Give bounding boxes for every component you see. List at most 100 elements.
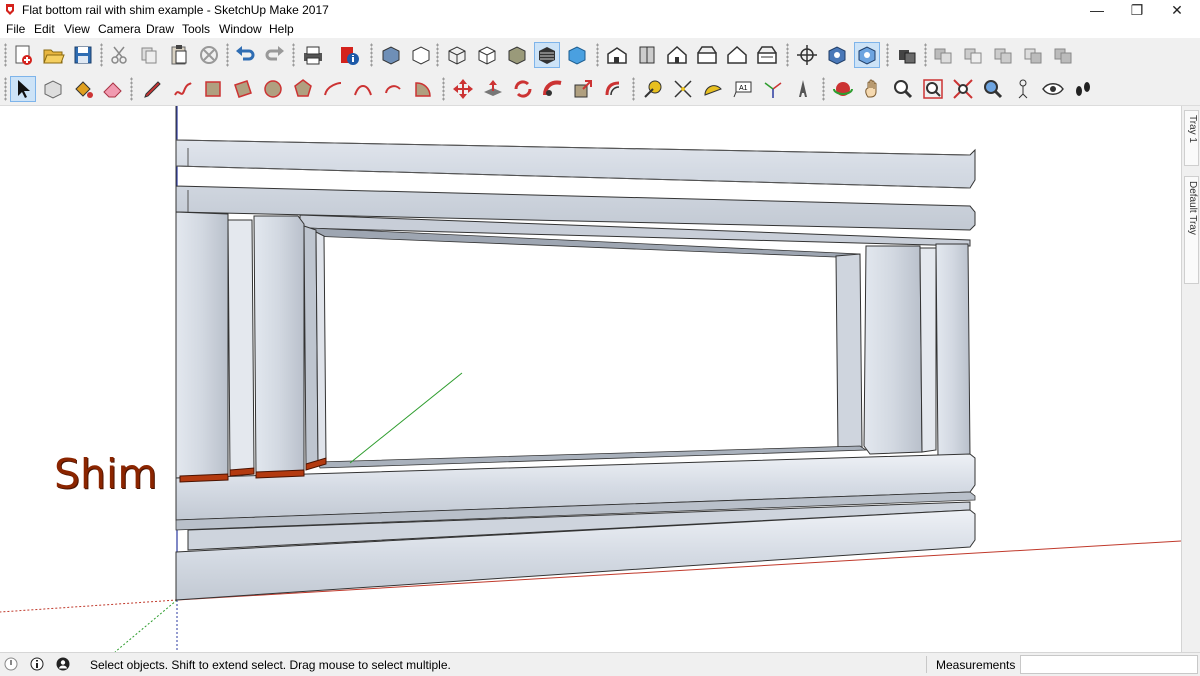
back-view-icon[interactable] — [724, 42, 750, 68]
right-outer-post[interactable] — [935, 243, 971, 459]
shim-left-outer[interactable] — [179, 473, 229, 483]
union-icon[interactable] — [990, 42, 1016, 68]
position-camera-icon[interactable] — [1010, 76, 1036, 102]
toolbar-grip[interactable] — [4, 43, 7, 67]
previous-view-icon[interactable] — [980, 76, 1006, 102]
iso-view-icon[interactable] — [604, 42, 630, 68]
text-tool-icon[interactable]: A1 — [730, 76, 756, 102]
front-view-icon[interactable] — [664, 42, 690, 68]
rectangle-icon[interactable] — [200, 76, 226, 102]
menu-window[interactable]: Window — [219, 22, 262, 36]
rotate-icon[interactable] — [510, 76, 536, 102]
wireframe-style-icon[interactable] — [444, 42, 470, 68]
left-middle-post[interactable] — [227, 219, 255, 473]
monochrome-style-icon[interactable] — [564, 42, 590, 68]
new-file-icon[interactable] — [10, 42, 36, 68]
zoom-extents-icon[interactable] — [950, 76, 976, 102]
look-around-eye-icon[interactable] — [1040, 76, 1066, 102]
toolbar-grip[interactable] — [292, 43, 295, 67]
two-point-arc-icon[interactable] — [350, 76, 376, 102]
trim-icon[interactable] — [1050, 42, 1076, 68]
model-info-icon[interactable] — [336, 42, 362, 68]
menu-camera[interactable]: Camera — [98, 22, 141, 36]
undo-icon[interactable] — [232, 42, 258, 68]
toolbar-grip[interactable] — [436, 43, 439, 67]
menu-edit[interactable]: Edit — [34, 22, 55, 36]
polygon-icon[interactable] — [290, 76, 316, 102]
shaded-textures-style-icon[interactable] — [534, 42, 560, 68]
outer-shell-icon[interactable] — [930, 42, 956, 68]
toolbar-grip[interactable] — [924, 43, 927, 67]
follow-me-icon[interactable] — [540, 76, 566, 102]
protractor-icon[interactable] — [700, 76, 726, 102]
right-inner-post[interactable] — [863, 245, 923, 455]
make-component-icon[interactable] — [40, 76, 66, 102]
zoom-window-icon[interactable] — [920, 76, 946, 102]
toolbar-grip[interactable] — [100, 43, 103, 67]
cut-icon[interactable] — [106, 42, 132, 68]
shim-left-middle[interactable] — [229, 467, 255, 477]
save-icon[interactable] — [70, 42, 96, 68]
push-pull-icon[interactable] — [480, 76, 506, 102]
geo-location-icon[interactable] — [4, 657, 18, 671]
display-section-planes-icon[interactable] — [824, 42, 850, 68]
three-point-arc-icon[interactable] — [380, 76, 406, 102]
dimension-icon[interactable] — [670, 76, 696, 102]
freehand-icon[interactable] — [170, 76, 196, 102]
3d-text-icon[interactable] — [790, 76, 816, 102]
select-arrow-icon[interactable] — [10, 76, 36, 102]
tray-tab-default[interactable]: Default Tray — [1184, 176, 1199, 284]
tray-tab-1[interactable]: Tray 1 — [1184, 110, 1199, 166]
toolbar-grip[interactable] — [442, 77, 445, 101]
walk-footprints-icon[interactable] — [1070, 76, 1096, 102]
back-edges-style-icon[interactable] — [408, 42, 434, 68]
pencil-line-icon[interactable] — [140, 76, 166, 102]
toolbar-grip[interactable] — [786, 43, 789, 67]
shim-left-inner[interactable] — [255, 469, 305, 479]
toolbar-grip[interactable] — [822, 77, 825, 101]
toolbar-grip[interactable] — [886, 43, 889, 67]
menu-help[interactable]: Help — [269, 22, 294, 36]
left-view-icon[interactable] — [754, 42, 780, 68]
menu-tools[interactable]: Tools — [182, 22, 210, 36]
left-outer-post[interactable] — [175, 211, 229, 479]
toolbar-grip[interactable] — [4, 77, 7, 101]
shaded-style-icon[interactable] — [504, 42, 530, 68]
copy-icon[interactable] — [136, 42, 162, 68]
redo-icon[interactable] — [262, 42, 288, 68]
hidden-line-style-icon[interactable] — [474, 42, 500, 68]
toolbar-grip[interactable] — [632, 77, 635, 101]
close-button[interactable]: ✕ — [1154, 0, 1200, 20]
menu-file[interactable]: File — [6, 22, 25, 36]
zoom-icon[interactable] — [890, 76, 916, 102]
user-account-icon[interactable] — [56, 657, 70, 671]
erase-icon[interactable] — [196, 42, 222, 68]
intersect-icon[interactable] — [960, 42, 986, 68]
move-icon[interactable] — [450, 76, 476, 102]
toolbar-grip[interactable] — [226, 43, 229, 67]
orbit-icon[interactable] — [830, 76, 856, 102]
model-canvas[interactable] — [0, 106, 1181, 652]
paste-icon[interactable] — [166, 42, 192, 68]
components-icon[interactable] — [894, 42, 920, 68]
circle-icon[interactable] — [260, 76, 286, 102]
tape-measure-icon[interactable] — [640, 76, 666, 102]
print-icon[interactable] — [300, 42, 326, 68]
menu-draw[interactable]: Draw — [146, 22, 174, 36]
rotated-rectangle-icon[interactable] — [230, 76, 256, 102]
section-plane-icon[interactable] — [794, 42, 820, 68]
top-rail[interactable] — [175, 106, 976, 231]
right-middle-post[interactable] — [919, 247, 937, 453]
pie-icon[interactable] — [410, 76, 436, 102]
toolbar-grip[interactable] — [596, 43, 599, 67]
scale-icon[interactable] — [570, 76, 596, 102]
measurements-input[interactable] — [1020, 655, 1198, 674]
toolbar-grip[interactable] — [130, 77, 133, 101]
subtract-icon[interactable] — [1020, 42, 1046, 68]
model-viewport[interactable]: Shim — [0, 106, 1181, 652]
open-folder-icon[interactable] — [40, 42, 66, 68]
display-section-cuts-icon[interactable] — [854, 42, 880, 68]
menu-view[interactable]: View — [64, 22, 90, 36]
credits-info-icon[interactable] — [30, 657, 44, 671]
toolbar-grip[interactable] — [370, 43, 373, 67]
